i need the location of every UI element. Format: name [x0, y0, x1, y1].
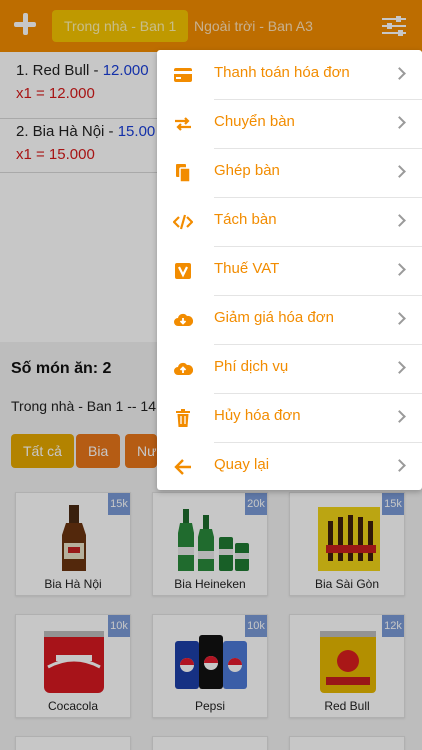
- menu-item-label: Thuế VAT: [214, 260, 280, 277]
- chevron-right-icon: [393, 312, 406, 325]
- menu-item-label: Giảm giá hóa đơn: [214, 309, 334, 326]
- chevron-right-icon: [393, 459, 406, 472]
- cloud-upload-icon: [174, 362, 193, 375]
- code-icon: [173, 214, 193, 230]
- chevron-right-icon: [393, 116, 406, 129]
- menu-item-huy-hoa-don[interactable]: Hủy hóa đơn: [157, 393, 422, 442]
- swap-arrows-icon: [175, 117, 191, 131]
- menu-item-quay-lai[interactable]: Quay lại: [157, 442, 422, 491]
- credit-card-icon: [174, 68, 192, 82]
- menu-item-chuyen-ban[interactable]: Chuyển bàn: [157, 99, 422, 148]
- menu-item-thue-vat[interactable]: Thuế VAT: [157, 246, 422, 295]
- v-badge-icon: [175, 263, 191, 279]
- chevron-right-icon: [393, 67, 406, 80]
- menu-item-label: Thanh toán hóa đơn: [214, 64, 350, 81]
- back-arrow-icon: [174, 459, 191, 475]
- menu-item-label: Tách bàn: [214, 211, 277, 228]
- menu-item-phi-dich-vu[interactable]: Phí dịch vụ: [157, 344, 422, 393]
- chevron-right-icon: [393, 165, 406, 178]
- chevron-right-icon: [393, 361, 406, 374]
- menu-item-label: Chuyển bàn: [214, 113, 295, 130]
- chevron-right-icon: [393, 214, 406, 227]
- cloud-download-icon: [174, 313, 193, 326]
- menu-item-giam-gia[interactable]: Giảm giá hóa đơn: [157, 295, 422, 344]
- menu-item-label: Ghép bàn: [214, 162, 280, 179]
- menu-item-tach-ban[interactable]: Tách bàn: [157, 197, 422, 246]
- chevron-right-icon: [393, 410, 406, 423]
- menu-item-label: Hủy hóa đơn: [214, 407, 301, 424]
- menu-item-label: Phí dịch vụ: [214, 358, 289, 375]
- action-menu: Thanh toán hóa đơn Chuyển bàn Ghép bàn T…: [157, 50, 422, 490]
- menu-item-ghep-ban[interactable]: Ghép bàn: [157, 148, 422, 197]
- chevron-right-icon: [393, 263, 406, 276]
- trash-icon: [176, 409, 190, 427]
- menu-item-label: Quay lại: [214, 456, 270, 473]
- menu-item-thanh-toan[interactable]: Thanh toán hóa đơn: [157, 50, 422, 99]
- copy-icon: [176, 164, 191, 183]
